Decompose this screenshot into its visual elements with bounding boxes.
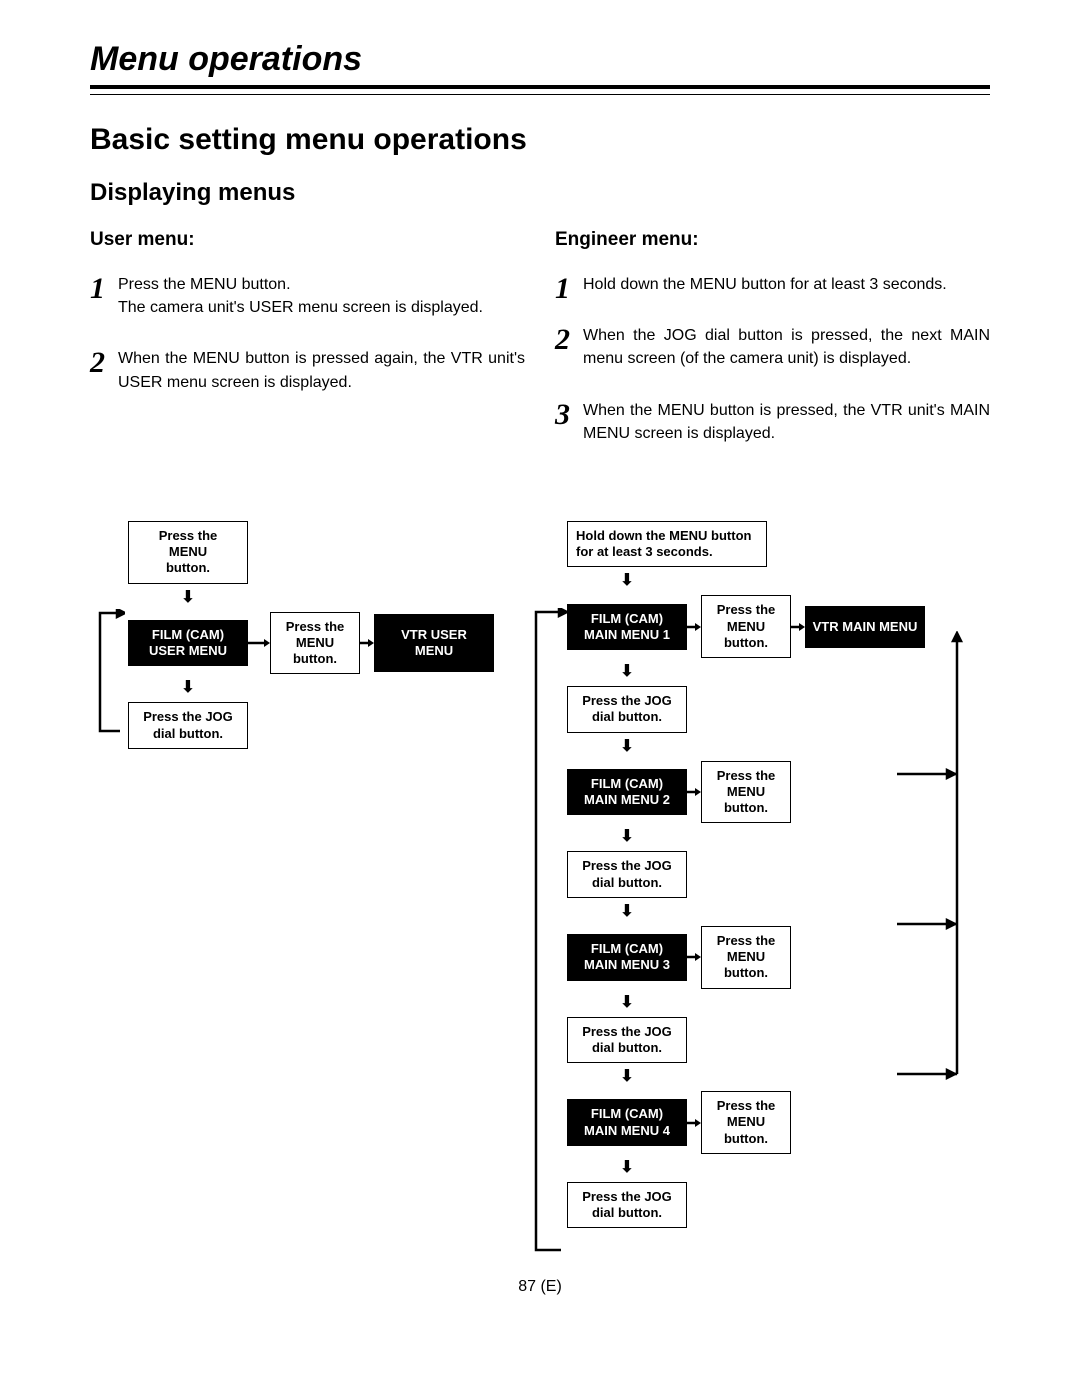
arrow-right-icon bbox=[687, 1118, 701, 1128]
arrow-right-icon bbox=[791, 622, 805, 632]
main-menu-3: FILM (CAM)MAIN MENU 3 bbox=[567, 934, 687, 981]
arrow-down-icon: ⬇ bbox=[620, 823, 633, 851]
arrow-down-icon: ⬇ bbox=[567, 567, 687, 595]
press-menu-box: Press theMENU button. bbox=[701, 595, 791, 658]
press-menu-box: Press theMENU button. bbox=[701, 1091, 791, 1154]
press-jog-box: Press the JOGdial button. bbox=[128, 702, 248, 749]
press-jog-box: Press the JOGdial button. bbox=[567, 686, 687, 733]
main-menu-2: FILM (CAM)MAIN MENU 2 bbox=[567, 769, 687, 816]
title-divider bbox=[90, 85, 990, 95]
user-menu-title: User menu: bbox=[90, 229, 525, 251]
engineer-menu-title: Engineer menu: bbox=[555, 229, 990, 251]
arrow-down-icon: ⬇ bbox=[181, 674, 194, 702]
main-menu-1: FILM (CAM)MAIN MENU 1 bbox=[567, 604, 687, 651]
press-menu-box: Press theMENU button. bbox=[270, 612, 360, 675]
list-item: When the JOG dial button is pressed, the… bbox=[555, 324, 990, 370]
section-heading: Basic setting menu operations bbox=[90, 123, 990, 157]
press-jog-box: Press the JOGdial button. bbox=[567, 851, 687, 898]
subsection-heading: Displaying menus bbox=[90, 179, 990, 207]
arrow-down-icon: ⬇ bbox=[620, 989, 633, 1017]
arrow-down-icon: ⬇ bbox=[620, 658, 633, 686]
list-item: When the MENU button is pressed, the VTR… bbox=[555, 399, 990, 445]
list-item: Press the MENU button.The camera unit's … bbox=[90, 273, 525, 319]
arrow-down-icon: ⬇ bbox=[620, 1063, 633, 1091]
user-menu-col: User menu: Press the MENU button.The cam… bbox=[90, 229, 525, 473]
text-columns: User menu: Press the MENU button.The cam… bbox=[90, 229, 990, 473]
converge-up-arrow bbox=[897, 631, 977, 1161]
page-title: Menu operations bbox=[90, 40, 990, 79]
start-box: Press the MENUbutton. bbox=[128, 521, 248, 584]
arrow-down-icon: ⬇ bbox=[181, 584, 194, 612]
press-jog-box: Press the JOGdial button. bbox=[567, 1182, 687, 1229]
diagrams: Press the MENUbutton. ⬇ FILM (CAM)USER M… bbox=[90, 521, 990, 1229]
page-number: 87 (E) bbox=[90, 1278, 990, 1296]
press-menu-box: Press theMENU button. bbox=[701, 761, 791, 824]
arrow-right-icon bbox=[687, 952, 701, 962]
user-menu-steps: Press the MENU button.The camera unit's … bbox=[90, 273, 525, 394]
engineer-menu-col: Engineer menu: Hold down the MENU button… bbox=[555, 229, 990, 473]
right-diagram: Hold down the MENU buttonfor at least 3 … bbox=[547, 521, 990, 1229]
left-diagram: Press the MENUbutton. ⬇ FILM (CAM)USER M… bbox=[90, 521, 547, 1229]
arrow-right-icon bbox=[687, 787, 701, 797]
arrow-right-icon bbox=[248, 638, 270, 648]
vtr-user-menu: VTR USER MENU bbox=[374, 614, 494, 673]
list-item: Hold down the MENU button for at least 3… bbox=[555, 273, 990, 296]
main-menu-4: FILM (CAM)MAIN MENU 4 bbox=[567, 1099, 687, 1146]
film-cam-user-menu: FILM (CAM)USER MENU bbox=[128, 620, 248, 667]
arrow-right-icon bbox=[360, 638, 374, 648]
press-menu-box: Press theMENU button. bbox=[701, 926, 791, 989]
list-item: When the MENU button is pressed again, t… bbox=[90, 347, 525, 393]
loop-back-arrow-left bbox=[95, 609, 125, 739]
engineer-menu-steps: Hold down the MENU button for at least 3… bbox=[555, 273, 990, 445]
loop-back-big bbox=[531, 608, 567, 1258]
arrow-right-icon bbox=[687, 622, 701, 632]
start-box: Hold down the MENU buttonfor at least 3 … bbox=[567, 521, 767, 568]
press-jog-box: Press the JOGdial button. bbox=[567, 1017, 687, 1064]
arrow-down-icon: ⬇ bbox=[620, 1154, 633, 1182]
arrow-down-icon: ⬇ bbox=[620, 898, 633, 926]
arrow-down-icon: ⬇ bbox=[620, 733, 633, 761]
